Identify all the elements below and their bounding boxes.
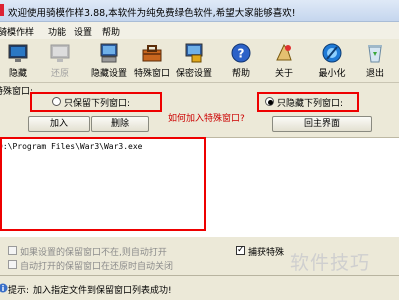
menu-help[interactable]: 帮助 bbox=[102, 25, 120, 38]
path-highlight bbox=[0, 137, 206, 231]
hide-only-radio[interactable] bbox=[265, 97, 274, 106]
recycle-bin-icon bbox=[368, 45, 382, 63]
special-window-label: 特殊窗口 bbox=[133, 69, 170, 79]
hide-settings-icon bbox=[100, 43, 118, 63]
capture-special-checkbox[interactable] bbox=[236, 245, 245, 255]
minimize-label: 最小化 bbox=[318, 69, 346, 79]
help-label: 帮助 bbox=[231, 69, 250, 79]
status-bar: 提示: 加入指定文件到保留窗口列表成功! bbox=[0, 275, 399, 300]
privacy-settings-button[interactable]: 保密设置 bbox=[172, 41, 216, 81]
lock-settings-icon bbox=[185, 43, 203, 63]
auto-close-checkbox[interactable] bbox=[8, 260, 17, 269]
restore-button[interactable]: 还原 bbox=[38, 41, 82, 81]
hide-button[interactable]: 隐藏 bbox=[0, 41, 40, 81]
toolbar: 隐藏 还原 隐藏设置 特殊窗口 保密设置 ? 帮助 关于 最小化 退出 bbox=[0, 39, 399, 83]
help-button[interactable]: ? 帮助 bbox=[219, 41, 263, 81]
menu-app[interactable]: 骑模作样 bbox=[0, 25, 34, 38]
delete-button[interactable]: 删除 bbox=[91, 116, 149, 132]
restore-label: 还原 bbox=[50, 69, 69, 79]
svg-text:?: ? bbox=[238, 47, 245, 61]
hide-settings-button[interactable]: 隐藏设置 bbox=[87, 41, 131, 81]
hide-only-label: 只隐藏下列窗口: bbox=[277, 99, 344, 109]
back-to-main-button[interactable]: 回主界面 bbox=[272, 116, 372, 132]
keep-only-radio[interactable] bbox=[52, 97, 61, 106]
special-window-section-label: 特殊窗口: bbox=[0, 87, 34, 97]
status-prefix: 提示: bbox=[8, 286, 30, 296]
how-to-add-link[interactable]: 如何加入特殊窗口? bbox=[168, 111, 245, 124]
watermark: 软件技巧 bbox=[290, 252, 371, 274]
help-icon: ? bbox=[231, 43, 251, 63]
exit-button[interactable]: 退出 bbox=[353, 41, 397, 81]
capture-special-label: 捕获特殊 bbox=[248, 248, 285, 258]
minimize-icon bbox=[322, 43, 342, 63]
minimize-button[interactable]: 最小化 bbox=[310, 41, 354, 81]
window-title: 欢迎使用骑模作样3.88,本软件为纯免费绿色软件,希望大家能够喜欢! bbox=[8, 8, 296, 19]
menu-settings[interactable]: 设置 bbox=[74, 25, 92, 38]
about-label: 关于 bbox=[274, 69, 293, 79]
hide-label: 隐藏 bbox=[8, 69, 27, 79]
toolbox-icon bbox=[142, 45, 162, 62]
privacy-settings-label: 保密设置 bbox=[175, 69, 212, 79]
keep-only-label: 只保留下列窗口: bbox=[64, 99, 131, 109]
auto-open-checkbox[interactable] bbox=[8, 246, 17, 255]
status-message: 加入指定文件到保留窗口列表成功! bbox=[33, 286, 172, 296]
hide-settings-label: 隐藏设置 bbox=[90, 69, 127, 79]
special-window-button[interactable]: 特殊窗口 bbox=[130, 41, 174, 81]
auto-open-label: 如果设置的保留窗口不在,则自动打开 bbox=[20, 248, 167, 258]
exit-label: 退出 bbox=[365, 69, 384, 79]
info-icon bbox=[0, 283, 8, 293]
auto-close-label: 自动打开的保留窗口在还原时自动关闭 bbox=[20, 262, 174, 272]
add-button[interactable]: 加入 bbox=[28, 116, 90, 132]
about-icon bbox=[276, 43, 292, 61]
menu-function[interactable]: 功能 bbox=[48, 25, 66, 38]
title-bar: 欢迎使用骑模作样3.88,本软件为纯免费绿色软件,希望大家能够喜欢! bbox=[0, 0, 399, 22]
monitor-restore-icon bbox=[50, 44, 70, 62]
about-button[interactable]: 关于 bbox=[262, 41, 306, 81]
monitor-icon bbox=[8, 44, 28, 62]
menu-bar: 骑模作样 功能 设置 帮助 bbox=[0, 22, 399, 39]
app-icon bbox=[0, 4, 4, 16]
